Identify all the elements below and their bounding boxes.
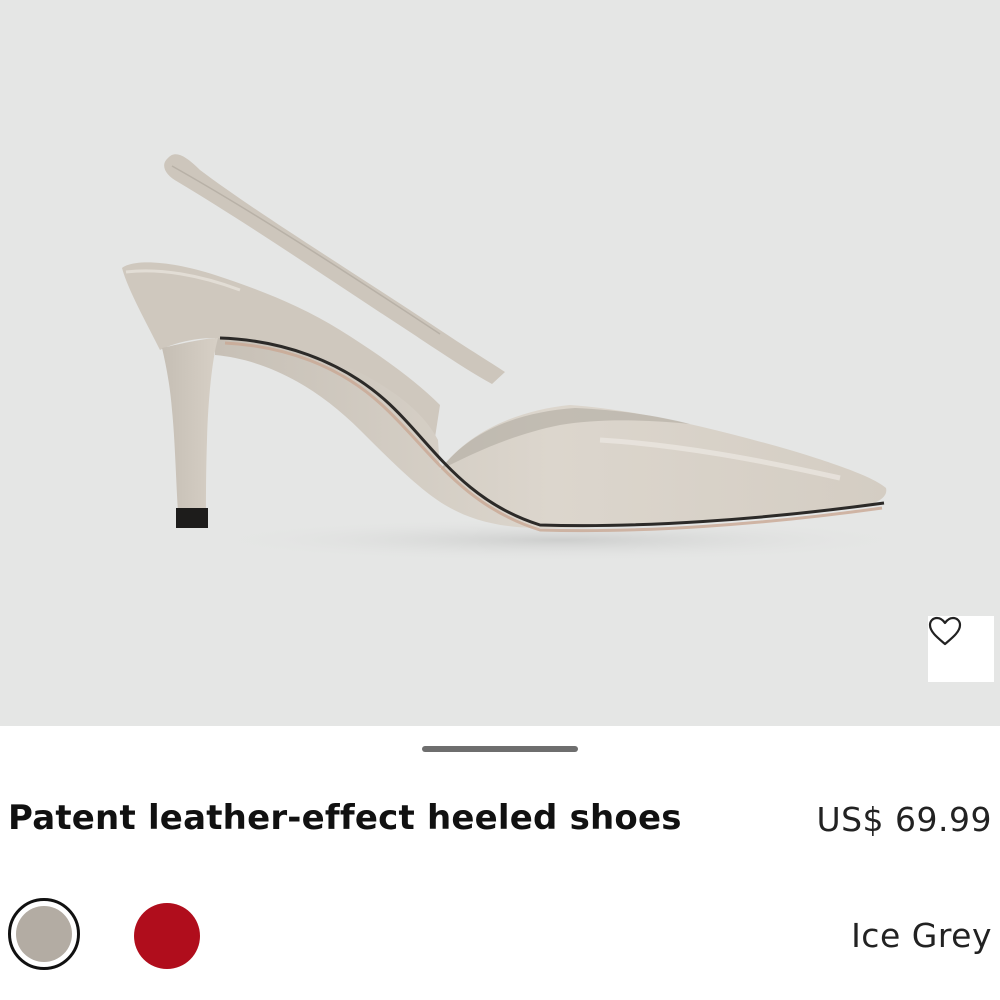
product-price: US$ 69.99 (816, 800, 992, 839)
heart-icon (928, 616, 962, 646)
swatch-ice-grey-fill (16, 906, 72, 962)
product-detail-page: Patent leather-effect heeled shoes US$ 6… (0, 0, 1000, 1000)
product-title: Patent leather-effect heeled shoes (8, 798, 682, 838)
color-swatch-red[interactable] (134, 903, 200, 969)
shoe-illustration (122, 154, 920, 562)
product-image[interactable] (0, 0, 1000, 726)
sheet-drag-handle[interactable] (422, 746, 578, 752)
wishlist-button[interactable] (928, 616, 994, 682)
selected-color-name: Ice Grey (851, 916, 992, 955)
color-swatch-ice-grey[interactable] (8, 898, 80, 970)
